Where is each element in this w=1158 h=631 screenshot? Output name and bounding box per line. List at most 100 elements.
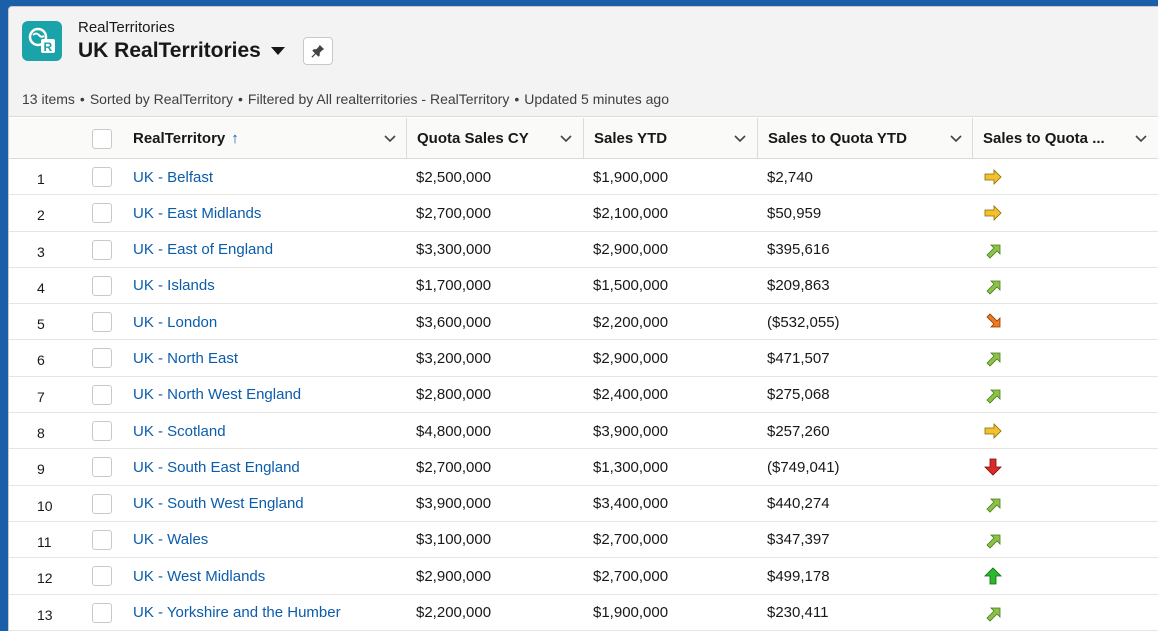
sales-ytd-cell: $1,900,000 [593, 168, 669, 186]
territory-link[interactable]: UK - North East [133, 350, 238, 367]
sales-to-quota-ytd-cell: ($532,055) [767, 313, 840, 331]
trend-arrow-up-right-icon [986, 607, 1001, 622]
territory-link[interactable]: UK - South West England [133, 495, 304, 512]
sales-to-quota-ytd-cell: $395,616 [767, 241, 830, 259]
sales-to-quota-trend-cell [983, 522, 1003, 558]
row-number: 9 [37, 461, 45, 478]
row-select-cell [92, 449, 112, 485]
territory-link[interactable]: UK - South East England [133, 459, 300, 476]
chevron-down-icon[interactable] [733, 131, 747, 145]
row-select-checkbox[interactable] [92, 239, 112, 260]
column-label-sales-to-quota-ytd: Sales to Quota YTD [768, 130, 907, 147]
territory-name-cell: UK - London [133, 304, 217, 340]
quota-sales-cy-cell: $3,100,000 [416, 531, 492, 549]
sales-to-quota-ytd-cell: $209,863 [767, 277, 830, 295]
row-number: 5 [37, 316, 45, 333]
chevron-down-icon[interactable] [559, 131, 573, 145]
trend-arrow-right-icon [984, 169, 1002, 185]
row-select-checkbox[interactable] [92, 167, 112, 187]
territory-link[interactable]: UK - Yorkshire and the Humber [133, 604, 341, 621]
territory-name-cell: UK - Scotland [133, 413, 226, 449]
sales-to-quota-ytd-cell: $347,397 [767, 531, 830, 549]
column-header-sales-to-quota-trend[interactable]: Sales to Quota ... [972, 118, 1158, 159]
chevron-down-icon[interactable] [1134, 131, 1148, 145]
sales-to-quota-ytd-cell: $257,260 [767, 422, 830, 440]
sales-ytd-cell: $2,700,000 [593, 567, 669, 585]
row-select-checkbox[interactable] [92, 529, 112, 550]
table-row: 8 UK - Scotland $4,800,000 $3,900,000 $257,2… [9, 413, 1158, 450]
column-header-quota-sales-cy[interactable]: Quota Sales CY [406, 118, 583, 159]
territory-link[interactable]: UK - East of England [133, 241, 273, 258]
row-select-cell [92, 268, 112, 304]
row-select-checkbox[interactable] [92, 602, 112, 623]
territory-link[interactable]: UK - Scotland [133, 423, 226, 440]
sales-to-quota-trend-cell [983, 195, 1003, 231]
column-header-sales-to-quota-ytd[interactable]: Sales to Quota YTD [757, 118, 973, 159]
sales-ytd-cell: $2,400,000 [593, 386, 669, 404]
trend-arrow-up-right-icon [986, 534, 1001, 549]
quota-sales-cy-cell: $3,200,000 [416, 349, 492, 367]
sales-to-quota-ytd-cell: $275,068 [767, 386, 830, 404]
table-row: 1 UK - Belfast $2,500,000 $1,900,000 $2,740 [9, 159, 1158, 196]
column-header-realterritory[interactable]: RealTerritory ↑ [123, 118, 407, 159]
select-all-cell [92, 118, 122, 159]
row-select-checkbox[interactable] [92, 275, 112, 296]
territory-name-cell: UK - South West England [133, 486, 304, 522]
row-number: 6 [37, 352, 45, 369]
row-select-checkbox[interactable] [92, 566, 112, 587]
quota-sales-cy-cell: $2,800,000 [416, 386, 492, 404]
pin-list-view-button[interactable] [302, 37, 333, 65]
trend-arrow-up-right-icon [986, 498, 1001, 513]
territory-link[interactable]: UK - Wales [133, 531, 208, 548]
quota-sales-cy-cell: $2,500,000 [416, 168, 492, 186]
trend-arrow-up-right-icon [986, 244, 1001, 259]
table-row: 2 UK - East Midlands $2,700,000 $2,100,000 $… [9, 195, 1158, 232]
trend-arrow-up-right-icon [986, 389, 1001, 404]
list-view-status: 13 items • Sorted by RealTerritory • Filtere… [22, 91, 669, 107]
row-number: 7 [37, 388, 45, 405]
svg-text:R: R [44, 40, 53, 54]
row-select-checkbox[interactable] [92, 203, 112, 224]
row-select-checkbox[interactable] [92, 348, 112, 369]
trend-arrow-down-right-icon [986, 313, 1001, 328]
realterritories-app-icon: R [22, 21, 62, 61]
select-all-checkbox[interactable] [92, 128, 112, 149]
row-select-cell [92, 595, 112, 631]
table-row: 9 UK - South East England $2,700,000 $1,300… [9, 449, 1158, 486]
sort-ascending-icon: ↑ [231, 130, 239, 147]
table-row: 13 UK - Yorkshire and the Humber $2,200,00… [9, 595, 1158, 631]
row-select-checkbox[interactable] [92, 457, 112, 478]
row-select-checkbox[interactable] [92, 421, 112, 442]
row-select-checkbox[interactable] [92, 493, 112, 514]
row-select-checkbox[interactable] [92, 312, 112, 333]
trend-arrow-up-icon [984, 567, 1002, 585]
column-label-quota-sales-cy: Quota Sales CY [417, 130, 529, 147]
territory-name-cell: UK - North West England [133, 377, 301, 413]
list-view-picker-caret-icon[interactable] [270, 47, 285, 55]
territory-name-cell: UK - East Midlands [133, 195, 261, 231]
sales-to-quota-ytd-cell: $471,507 [767, 349, 830, 367]
column-label-sales-ytd: Sales YTD [594, 130, 668, 147]
territory-link[interactable]: UK - North West England [133, 386, 301, 403]
trend-arrow-down-icon [984, 458, 1002, 476]
territory-link[interactable]: UK - Islands [133, 277, 215, 294]
table-row: 6 UK - North East $3,200,000 $2,900,000 $471… [9, 340, 1158, 377]
sales-ytd-cell: $2,900,000 [593, 349, 669, 367]
territory-link[interactable]: UK - West Midlands [133, 568, 265, 585]
table-row: 5 UK - London $3,600,000 $2,200,000 ($532,05… [9, 304, 1158, 341]
chevron-down-icon[interactable] [949, 131, 963, 145]
table-row: 3 UK - East of England $3,300,000 $2,900,00… [9, 232, 1158, 268]
row-select-cell [92, 232, 112, 268]
quota-sales-cy-cell: $3,300,000 [416, 241, 492, 259]
territory-link[interactable]: UK - London [133, 314, 217, 331]
table-row: 4 UK - Islands $1,700,000 $1,500,000 $209,86… [9, 268, 1158, 305]
territory-link[interactable]: UK - Belfast [133, 169, 213, 186]
sales-to-quota-ytd-cell: $50,959 [767, 204, 822, 222]
chevron-down-icon[interactable] [383, 131, 397, 145]
row-select-checkbox[interactable] [92, 384, 112, 405]
row-number: 12 [37, 570, 53, 587]
quota-sales-cy-cell: $2,700,000 [416, 458, 492, 476]
column-header-sales-ytd[interactable]: Sales YTD [583, 118, 757, 159]
row-select-cell [92, 159, 112, 195]
territory-link[interactable]: UK - East Midlands [133, 205, 261, 222]
